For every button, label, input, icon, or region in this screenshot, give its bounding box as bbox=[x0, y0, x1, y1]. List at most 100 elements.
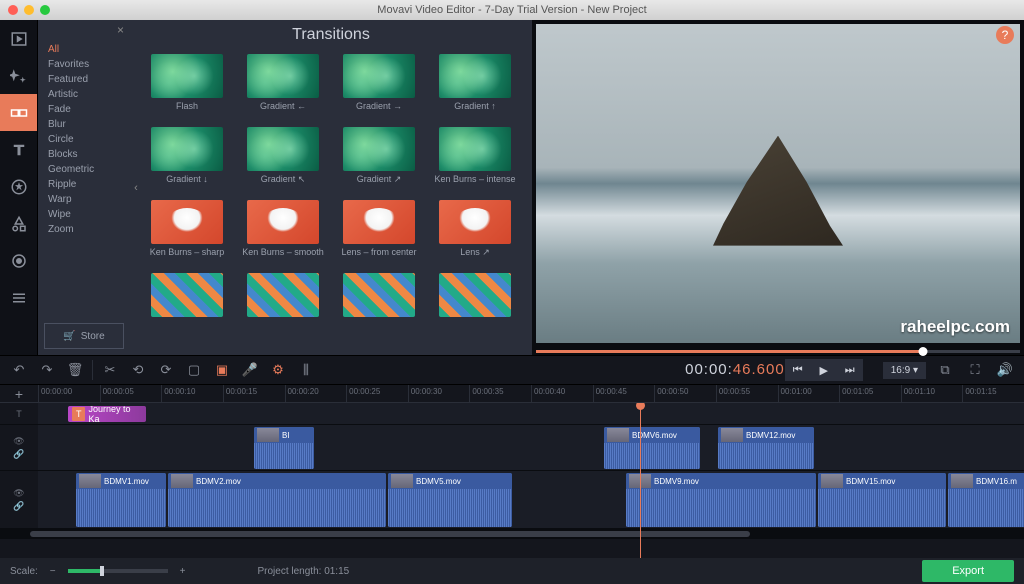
volume-button[interactable]: 🔊 bbox=[992, 358, 1018, 382]
delete-button[interactable]: 🗑 bbox=[62, 358, 88, 382]
transition-label: Gradient ↓ bbox=[144, 174, 230, 194]
transition-item[interactable]: Gradient ↓ bbox=[144, 127, 230, 194]
category-warp[interactable]: Warp bbox=[38, 192, 130, 207]
transition-item[interactable]: Lens ↗ bbox=[432, 200, 518, 267]
transition-item[interactable]: Ken Burns – smooth bbox=[240, 200, 326, 267]
video-preview[interactable]: raheelpc.com bbox=[536, 24, 1020, 343]
transition-label: Gradient ↑ bbox=[432, 101, 518, 121]
category-featured[interactable]: Featured bbox=[38, 72, 130, 87]
video-clip[interactable]: BDMV6.mov bbox=[604, 427, 700, 469]
timecode: 00:00:46.600 bbox=[685, 361, 785, 379]
playhead[interactable] bbox=[640, 403, 641, 558]
category-blocks[interactable]: Blocks bbox=[38, 147, 130, 162]
more-tool[interactable] bbox=[0, 279, 37, 316]
store-button[interactable]: 🛒Store bbox=[44, 323, 124, 349]
category-all[interactable]: All bbox=[38, 42, 130, 57]
transition-item[interactable]: Gradient → bbox=[336, 54, 422, 121]
titlebar: Movavi Video Editor - 7-Day Trial Versio… bbox=[0, 0, 1024, 20]
link-icon[interactable]: 🔗 bbox=[13, 501, 24, 512]
close-window[interactable] bbox=[8, 5, 18, 15]
transition-item[interactable]: Flash bbox=[144, 54, 230, 121]
eye-icon[interactable]: 👁 bbox=[13, 436, 24, 447]
video-clip[interactable]: BI bbox=[254, 427, 314, 469]
transition-item[interactable] bbox=[144, 273, 230, 340]
next-button[interactable]: ⏭ bbox=[837, 359, 863, 381]
video-clip[interactable]: BDMV1.mov bbox=[76, 473, 166, 527]
zoom-in-button[interactable]: + bbox=[180, 566, 186, 577]
titles-tool[interactable] bbox=[0, 131, 37, 168]
help-button[interactable]: ? bbox=[996, 26, 1014, 44]
video-clip[interactable]: BDMV15.mov bbox=[818, 473, 946, 527]
edit-toolbar: ↶ ↷ 🗑 ✂ ⟲ ⟳ ▢ ▣ 🎤 ⚙ ⫼ 00:00:46.600 ⏮ ▶ ⏭… bbox=[0, 355, 1024, 385]
timeline-ruler[interactable]: + 00:00:0000:00:0500:00:1000:00:1500:00:… bbox=[0, 385, 1024, 403]
zoom-out-button[interactable]: − bbox=[50, 566, 56, 577]
link-icon[interactable]: 🔗 bbox=[13, 449, 24, 460]
transition-item[interactable]: Gradient ↗ bbox=[336, 127, 422, 194]
category-blur[interactable]: Blur bbox=[38, 117, 130, 132]
transition-item[interactable] bbox=[336, 273, 422, 340]
scrub-bar[interactable] bbox=[536, 347, 1020, 355]
transition-item[interactable]: Gradient ← bbox=[240, 54, 326, 121]
transition-label bbox=[336, 320, 422, 340]
detach-button[interactable]: ⧉ bbox=[932, 358, 958, 382]
category-wipe[interactable]: Wipe bbox=[38, 207, 130, 222]
shapes-tool[interactable] bbox=[0, 205, 37, 242]
equalizer-button[interactable]: ⫼ bbox=[293, 358, 319, 382]
category-circle[interactable]: Circle bbox=[38, 132, 130, 147]
collapse-panel[interactable]: ‹ bbox=[130, 168, 142, 208]
overlay-track: 👁 🔗 BI BDMV6.mov BDMV12.mov bbox=[0, 425, 1024, 471]
cut-button[interactable]: ✂ bbox=[97, 358, 123, 382]
maximize-window[interactable] bbox=[40, 5, 50, 15]
color-button[interactable]: ▣ bbox=[209, 358, 235, 382]
fullscreen-button[interactable]: ⛶ bbox=[962, 358, 988, 382]
filters-tool[interactable] bbox=[0, 57, 37, 94]
category-zoom[interactable]: Zoom bbox=[38, 222, 130, 237]
transitions-tool[interactable] bbox=[0, 94, 37, 131]
category-geometric[interactable]: Geometric bbox=[38, 162, 130, 177]
category-fade[interactable]: Fade bbox=[38, 102, 130, 117]
undo-button[interactable]: ↶ bbox=[6, 358, 32, 382]
transition-item[interactable]: Lens – from center bbox=[336, 200, 422, 267]
redo-button[interactable]: ↷ bbox=[34, 358, 60, 382]
category-artistic[interactable]: Artistic bbox=[38, 87, 130, 102]
rotate-button[interactable]: ⟲ bbox=[125, 358, 151, 382]
transition-item[interactable]: Gradient ↑ bbox=[432, 54, 518, 121]
stickers-tool[interactable] bbox=[0, 168, 37, 205]
add-track-button[interactable]: + bbox=[0, 385, 38, 403]
prev-button[interactable]: ⏮ bbox=[785, 359, 811, 381]
export-button[interactable]: Export bbox=[922, 560, 1014, 582]
footer: Scale: − + Project length: 01:15 Export bbox=[0, 558, 1024, 584]
video-clip[interactable]: BDMV9.mov bbox=[626, 473, 816, 527]
transition-label: Ken Burns – intense bbox=[432, 174, 518, 194]
video-clip[interactable]: BDMV2.mov bbox=[168, 473, 386, 527]
record-audio-button[interactable]: 🎤 bbox=[237, 358, 263, 382]
play-button[interactable]: ▶ bbox=[811, 359, 837, 381]
scale-slider[interactable] bbox=[68, 569, 168, 573]
title-clip[interactable]: Journey to Ka bbox=[68, 406, 146, 422]
video-clip[interactable]: BDMV5.mov bbox=[388, 473, 512, 527]
transition-item[interactable] bbox=[432, 273, 518, 340]
transition-label: Gradient ← bbox=[240, 101, 326, 121]
clip-properties-button[interactable]: ⚙ bbox=[265, 358, 291, 382]
transition-item[interactable] bbox=[240, 273, 326, 340]
transition-item[interactable]: Ken Burns – sharp bbox=[144, 200, 230, 267]
transition-label: Ken Burns – smooth bbox=[240, 247, 326, 267]
timeline: T Journey to Ka 👁🔗 BIBDMV6.movBDMV12.mov… bbox=[0, 403, 1024, 558]
transition-label: Gradient ↗ bbox=[336, 174, 422, 194]
media-tool[interactable] bbox=[0, 20, 37, 57]
category-favorites[interactable]: Favorites bbox=[38, 57, 130, 72]
crop2-button[interactable]: ▢ bbox=[181, 358, 207, 382]
eye-icon[interactable]: 👁 bbox=[13, 488, 24, 499]
transition-item[interactable]: Ken Burns – intense bbox=[432, 127, 518, 194]
close-panel-icon[interactable]: × bbox=[117, 23, 124, 37]
record-tool[interactable] bbox=[0, 242, 37, 279]
transition-label bbox=[144, 320, 230, 340]
minimize-window[interactable] bbox=[24, 5, 34, 15]
video-clip[interactable]: BDMV12.mov bbox=[718, 427, 814, 469]
video-clip[interactable]: BDMV16.m bbox=[948, 473, 1024, 527]
aspect-ratio[interactable]: 16:9 ▾ bbox=[883, 362, 926, 379]
category-ripple[interactable]: Ripple bbox=[38, 177, 130, 192]
transition-item[interactable]: Gradient ↖ bbox=[240, 127, 326, 194]
horizontal-scrollbar[interactable] bbox=[0, 529, 1024, 539]
crop-button[interactable]: ⟳ bbox=[153, 358, 179, 382]
